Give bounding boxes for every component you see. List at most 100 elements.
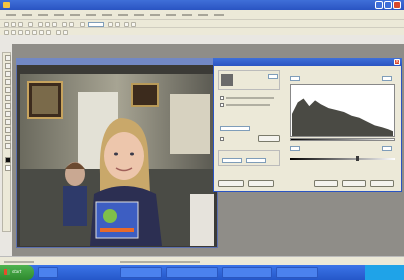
- lasso-icon[interactable]: [11, 29, 16, 35]
- option-checkbox[interactable]: [220, 137, 224, 141]
- output-field-right[interactable]: [382, 146, 392, 151]
- level-field[interactable]: [268, 74, 278, 79]
- dialog-button-left-b[interactable]: [248, 180, 274, 187]
- mode-select[interactable]: [220, 126, 250, 131]
- start-label: start: [12, 269, 22, 274]
- input-field-left[interactable]: [290, 76, 300, 81]
- histogram-curve: [291, 98, 394, 136]
- auto-button[interactable]: [258, 135, 280, 142]
- photo-canvas[interactable]: [20, 74, 214, 246]
- open-icon[interactable]: [11, 21, 16, 27]
- option-checkbox[interactable]: [220, 103, 224, 107]
- zoom-field[interactable]: [88, 21, 104, 27]
- zoom-tool-icon[interactable]: [4, 135, 11, 141]
- select-tool-icon[interactable]: [4, 63, 11, 69]
- brush-tool-icon[interactable]: [4, 79, 11, 85]
- image-window-title-bar: [16, 58, 218, 65]
- curtain: [170, 94, 210, 154]
- girl-face: [104, 132, 144, 180]
- eraser-tool-icon[interactable]: [4, 95, 11, 101]
- windows-logo-icon: [4, 269, 10, 275]
- grid-icon[interactable]: [115, 21, 120, 27]
- dialog-close-icon: ×: [395, 59, 400, 65]
- dvd-character: [103, 209, 117, 223]
- taskbar-item[interactable]: [276, 267, 318, 278]
- toolbar-main: [0, 19, 404, 27]
- move-tool-icon[interactable]: [4, 55, 11, 61]
- boy-shirt: [63, 186, 87, 226]
- toolbar-secondary: [0, 27, 404, 35]
- taskbar-item[interactable]: [166, 267, 218, 278]
- output-slider-handle[interactable]: [356, 156, 359, 161]
- fill-tool-icon[interactable]: [4, 103, 11, 109]
- toolbox: [2, 52, 11, 232]
- select-icon[interactable]: [4, 29, 9, 35]
- taskbar-item[interactable]: [120, 267, 162, 278]
- hand-tool-icon[interactable]: [4, 143, 11, 149]
- eyedropper-tool-icon[interactable]: [4, 127, 11, 133]
- system-tray: [365, 265, 404, 280]
- histogram: [290, 84, 395, 137]
- undo-icon[interactable]: [62, 21, 67, 27]
- maximize-icon[interactable]: [384, 1, 392, 9]
- menu-placeholder: [6, 13, 226, 16]
- app-title-bar: [0, 0, 404, 10]
- frame-picture-left: [32, 86, 58, 114]
- paste-icon[interactable]: [52, 21, 57, 27]
- output-slider-track[interactable]: [290, 158, 395, 160]
- girl-eye-right: [130, 152, 134, 156]
- cancel-button[interactable]: [342, 180, 366, 187]
- dialog-close-button[interactable]: ×: [394, 59, 400, 65]
- dvd-cover: [95, 201, 139, 239]
- foreground-color-icon[interactable]: [4, 157, 11, 163]
- fill-icon[interactable]: [39, 29, 44, 35]
- minimize-icon[interactable]: [375, 1, 383, 9]
- taskbar-item[interactable]: [222, 267, 272, 278]
- zoom-icon[interactable]: [80, 21, 85, 27]
- start-button[interactable]: start: [0, 265, 34, 280]
- taskbar-item[interactable]: [38, 267, 58, 278]
- help-button[interactable]: [370, 180, 394, 187]
- crop-tool-icon[interactable]: [4, 71, 11, 77]
- app-icon: [3, 2, 10, 8]
- color-picker-icon[interactable]: [63, 29, 68, 35]
- options-label-lines: [226, 104, 270, 106]
- redo-icon[interactable]: [69, 21, 74, 27]
- status-placeholder: [120, 260, 200, 263]
- white-object: [190, 194, 214, 246]
- layer-icon[interactable]: [124, 21, 129, 27]
- input-field-right[interactable]: [382, 76, 392, 81]
- background-color-icon[interactable]: [4, 165, 11, 171]
- preview-thumbnail-icon: [221, 74, 233, 86]
- copy-icon[interactable]: [45, 21, 50, 27]
- histogram-gradient: [290, 138, 395, 141]
- adjust-field[interactable]: [246, 158, 266, 163]
- brush-icon[interactable]: [18, 29, 23, 35]
- menu-bar: [0, 10, 404, 19]
- cut-icon[interactable]: [38, 21, 43, 27]
- eraser-icon[interactable]: [32, 29, 37, 35]
- text-tool-icon[interactable]: [4, 111, 11, 117]
- dialog-button-left-a[interactable]: [218, 180, 244, 187]
- options-label-lines: [226, 97, 274, 99]
- output-field-left[interactable]: [290, 146, 300, 151]
- shape-tool-icon[interactable]: [4, 119, 11, 125]
- close-icon[interactable]: [393, 1, 401, 9]
- status-placeholder: [4, 260, 34, 263]
- view-icon[interactable]: [108, 21, 113, 27]
- save-icon[interactable]: [18, 21, 23, 27]
- ok-button[interactable]: [314, 180, 338, 187]
- shape-icon[interactable]: [56, 29, 61, 35]
- pencil-icon[interactable]: [25, 29, 30, 35]
- new-icon[interactable]: [4, 21, 9, 27]
- settings-icon[interactable]: [131, 21, 136, 27]
- adjust-field[interactable]: [222, 158, 242, 163]
- text-icon[interactable]: [46, 29, 51, 35]
- print-icon[interactable]: [28, 21, 33, 27]
- clone-tool-icon[interactable]: [4, 87, 11, 93]
- option-checkbox[interactable]: [220, 96, 224, 100]
- status-bar: [0, 256, 404, 265]
- dialog-title-bar: ×: [213, 58, 402, 66]
- wall-frame-right: [131, 83, 159, 107]
- girl-eye-left: [114, 152, 118, 156]
